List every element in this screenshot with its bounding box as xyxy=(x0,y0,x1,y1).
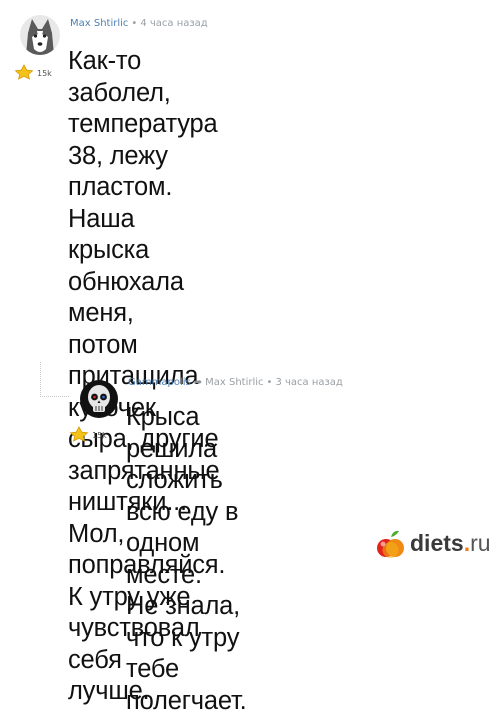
star-icon xyxy=(67,426,91,442)
text-line: Крыса решила сложить xyxy=(126,402,247,497)
text-line: Не знала, что к утру тебе xyxy=(126,591,247,686)
meta-separator: • xyxy=(131,18,137,29)
text-line: полегчает. xyxy=(126,686,247,717)
meta-separator: • xyxy=(267,377,273,388)
skull-avatar-icon xyxy=(80,380,118,418)
diets-watermark: diets.ru xyxy=(374,528,494,562)
thread-connector xyxy=(40,362,69,397)
author-name[interactable]: Max Shtirlic xyxy=(70,18,128,29)
reputation-badge: 15k xyxy=(12,64,62,80)
reputation-badge: 15k xyxy=(67,426,117,442)
comment-meta: Gammapolis➦Max Shtirlic •3 часа назад xyxy=(128,377,343,388)
comment-meta: Max Shtirlic•4 часа назад xyxy=(70,18,208,29)
timestamp[interactable]: 4 часа назад xyxy=(140,18,207,29)
husky-avatar-icon xyxy=(20,15,60,55)
avatar-skull[interactable] xyxy=(80,380,118,418)
text-line: всю еду в одном месте. xyxy=(126,497,247,592)
reputation-count: 15k xyxy=(37,69,52,78)
reply-to-name[interactable]: Max Shtirlic xyxy=(205,377,263,388)
reply-arrow-icon: ➦ xyxy=(194,377,202,388)
reputation-count: 15k xyxy=(92,431,107,440)
watermark-tld: ru xyxy=(470,530,490,556)
watermark-name: diets xyxy=(410,530,464,556)
timestamp[interactable]: 3 часа назад xyxy=(275,377,342,388)
star-icon xyxy=(12,64,36,80)
text-line: 38, лежу пластом. Наша xyxy=(68,141,225,236)
watermark-text: diets.ru xyxy=(410,530,491,557)
author-name[interactable]: Gammapolis xyxy=(128,377,191,388)
apple-logo-icon xyxy=(374,528,408,562)
text-line: Как-то заболел, температура xyxy=(68,46,225,141)
comment-text: Крыса решила сложить всю еду в одном мес… xyxy=(126,402,247,717)
avatar-husky[interactable] xyxy=(20,15,60,55)
text-line: крыска обнюхала меня, xyxy=(68,235,225,330)
